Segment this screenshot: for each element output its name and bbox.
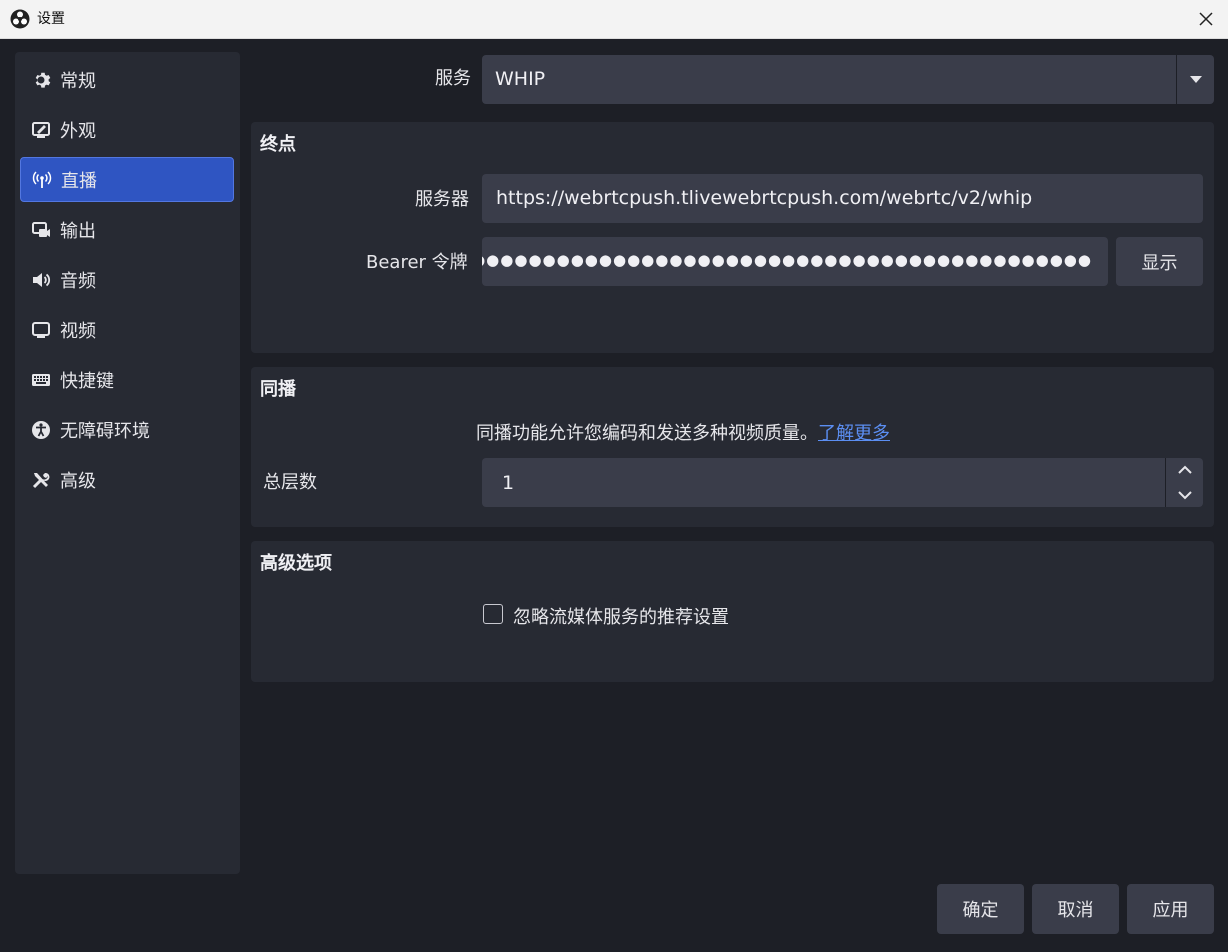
show-token-button[interactable]: 显示 [1116,237,1203,286]
server-input[interactable]: https://webrtcpush.tlivewebrtcpush.com/w… [482,174,1203,223]
increment-button[interactable] [1166,458,1203,482]
decrement-button[interactable] [1166,483,1203,507]
advanced-options-panel: 高级选项 忽略流媒体服务的推荐设置 [251,541,1214,682]
sidebar-item-label: 快捷键 [60,370,114,392]
ok-button-label: 确定 [962,900,999,921]
layers-value: 1 [502,472,515,494]
chevron-down-icon [1177,491,1192,500]
server-value: https://webrtcpush.tlivewebrtcpush.com/w… [496,187,1033,209]
endpoint-panel: 终点 服务器 https://webrtcpush.tlivewebrtcpus… [251,122,1214,353]
cancel-button[interactable]: 取消 [1032,884,1119,934]
close-icon [1199,12,1213,26]
ok-button[interactable]: 确定 [937,884,1024,934]
sidebar-item-label: 音频 [60,270,96,292]
tools-icon [30,469,52,491]
simulcast-title: 同播 [260,379,296,400]
sidebar-item-label: 视频 [60,320,96,342]
layers-spinbox[interactable]: 1 [482,458,1203,507]
simulcast-panel: 同播 同播功能允许您编码和发送多种视频质量。了解更多 总层数 1 [251,367,1214,527]
accessibility-icon [30,419,52,441]
title-bar: 设置 [0,0,1228,39]
endpoint-title: 终点 [260,134,296,155]
sidebar-item-label: 直播 [61,170,97,192]
ignore-recommendations-checkbox[interactable] [483,604,503,624]
sidebar-item-advanced[interactable]: 高级 [20,457,234,502]
settings-sidebar: 常规 外观 直播 输出 音频 视频 快捷键 无障碍环境 高级 [15,52,240,874]
ignore-recommendations-label[interactable]: 忽略流媒体服务的推荐设置 [513,603,729,629]
sidebar-item-hotkeys[interactable]: 快捷键 [20,357,234,402]
sidebar-item-label: 无障碍环境 [60,420,150,442]
service-label: 服务 [435,68,471,89]
sidebar-item-appearance[interactable]: 外观 [20,107,234,152]
close-button[interactable] [1184,0,1228,38]
service-select[interactable]: WHIP [482,55,1214,104]
simulcast-description: 同播功能允许您编码和发送多种视频质量。 [476,423,818,444]
chevron-up-icon [1177,465,1192,474]
apply-button[interactable]: 应用 [1127,884,1214,934]
chevron-down-icon [1190,76,1202,83]
gear-icon [30,69,52,91]
sidebar-item-stream[interactable]: 直播 [20,157,234,202]
window-title: 设置 [37,11,65,27]
cancel-button-label: 取消 [1057,900,1094,921]
token-input[interactable]: ●●●●●●●●●●●●●●●●●●●●●●●●●●●●●●●●●●●●●●●●… [482,237,1108,286]
sidebar-item-label: 高级 [60,470,96,492]
advanced-options-title: 高级选项 [260,553,332,574]
sidebar-item-video[interactable]: 视频 [20,307,234,352]
layers-label: 总层数 [263,472,317,493]
sidebar-item-audio[interactable]: 音频 [20,257,234,302]
sidebar-item-label: 输出 [60,220,96,242]
show-button-label: 显示 [1141,252,1178,274]
server-label: 服务器 [415,189,469,210]
appearance-icon [30,119,52,141]
sidebar-item-label: 外观 [60,120,96,142]
sidebar-item-general[interactable]: 常规 [20,57,234,102]
learn-more-link[interactable]: 了解更多 [818,423,890,444]
keyboard-icon [30,369,52,391]
obs-logo-icon [10,9,30,29]
apply-button-label: 应用 [1152,900,1189,921]
select-divider [1176,55,1177,104]
sidebar-item-output[interactable]: 输出 [20,207,234,252]
sidebar-item-label: 常规 [60,70,96,92]
token-label: Bearer 令牌 [366,252,468,273]
sidebar-item-accessibility[interactable]: 无障碍环境 [20,407,234,452]
token-masked-value: ●●●●●●●●●●●●●●●●●●●●●●●●●●●●●●●●●●●●●●●●… [482,251,1092,269]
speaker-icon [30,269,52,291]
antenna-icon [31,169,53,191]
simulcast-description-line: 同播功能允许您编码和发送多种视频质量。了解更多 [476,419,890,445]
service-selected-value: WHIP [495,68,546,90]
output-icon [30,219,52,241]
monitor-icon [30,319,52,341]
